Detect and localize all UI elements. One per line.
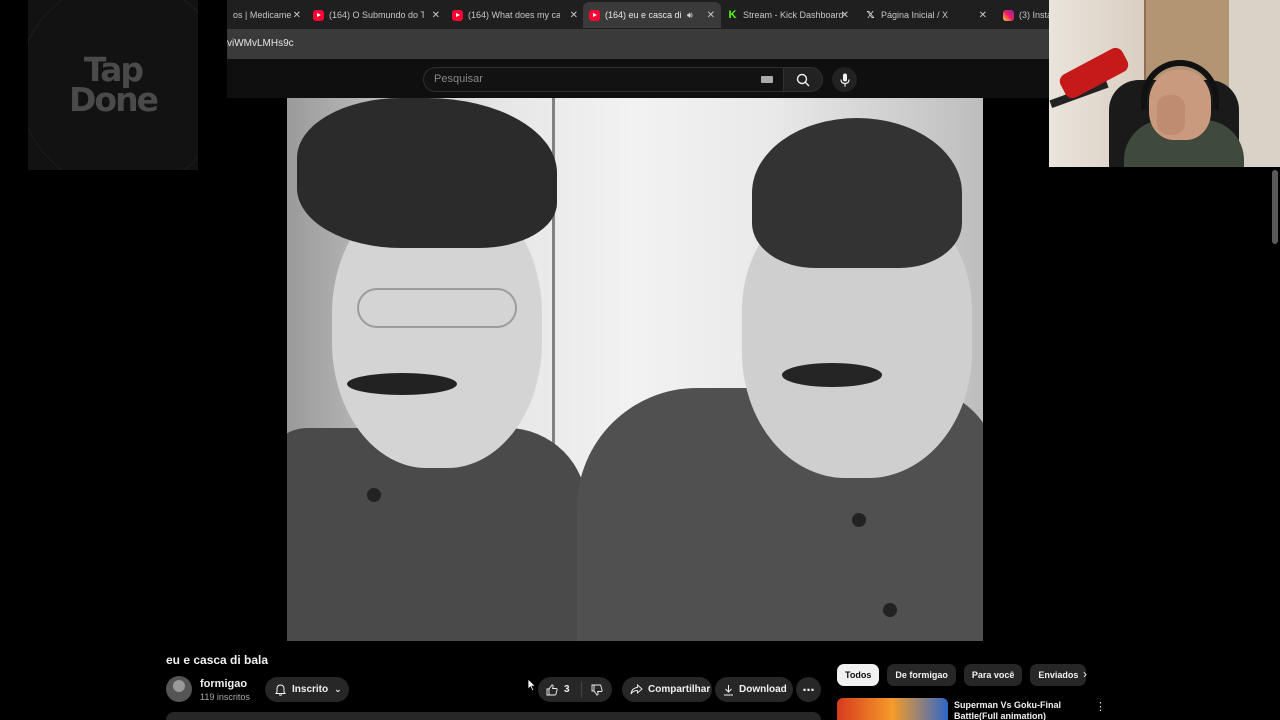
- subscribed-label: Inscrito: [292, 684, 329, 695]
- url-text[interactable]: viWMvLMHs9c: [227, 38, 294, 49]
- chevron-right-icon[interactable]: ›: [1083, 667, 1087, 681]
- close-icon[interactable]: ✕: [293, 10, 301, 21]
- stream-overlay-logo: Tap Done: [28, 0, 198, 170]
- coat-button: [367, 488, 381, 502]
- tab-title: Página Inicial / X: [881, 10, 949, 20]
- tab-x-home[interactable]: 𝕏 Página Inicial / X ✕: [859, 2, 993, 28]
- close-icon[interactable]: ✕: [707, 10, 715, 21]
- chip-all[interactable]: Todos: [837, 664, 880, 686]
- chip-for-you[interactable]: Para você: [963, 664, 1023, 686]
- recommendation-thumbnail[interactable]: [837, 698, 948, 720]
- channel-name[interactable]: formigao: [200, 678, 247, 690]
- video-title: eu e casca di bala: [166, 653, 269, 667]
- voice-search-button[interactable]: [832, 67, 857, 92]
- channel-avatar[interactable]: [166, 676, 192, 702]
- keyboard-icon[interactable]: [761, 76, 773, 83]
- search-input[interactable]: Pesquisar: [423, 67, 783, 92]
- left-person-hair: [297, 98, 557, 248]
- search-placeholder: Pesquisar: [434, 73, 483, 85]
- description-box[interactable]: [166, 712, 821, 720]
- address-bar[interactable]: viWMvLMHs9c: [227, 29, 1049, 59]
- recommendation-chips: Todos De formigao Para você Enviados: [837, 664, 1094, 686]
- download-button[interactable]: Download: [715, 677, 793, 702]
- chip-uploads[interactable]: Enviados: [1030, 664, 1087, 686]
- bell-icon: [275, 683, 286, 696]
- youtube-header: Pesquisar: [227, 59, 1049, 98]
- more-vertical-icon[interactable]: ⋮: [1095, 700, 1106, 713]
- more-horizontal-icon: ⋯: [802, 682, 815, 697]
- coat-button: [852, 513, 866, 527]
- close-icon[interactable]: ✕: [432, 10, 440, 21]
- mouse-cursor-icon: [527, 678, 537, 692]
- youtube-icon: [452, 9, 463, 21]
- share-icon: [630, 684, 643, 695]
- webcam-person-hand: [1157, 95, 1185, 135]
- tab-eu-e-casca[interactable]: (164) eu e casca di ba 🔊︎ ✕: [583, 2, 721, 28]
- like-dislike-group: 3: [538, 677, 612, 702]
- subscribed-button[interactable]: Inscrito ⌄: [265, 677, 349, 702]
- thumbs-down-icon: [591, 684, 603, 695]
- instagram-icon: [1003, 9, 1014, 21]
- video-player[interactable]: [287, 98, 983, 641]
- chevron-down-icon: ⌄: [334, 684, 342, 694]
- tab-title: (164) eu e casca di ba: [605, 10, 683, 20]
- tab-title: (164) What does my cat d: [468, 10, 560, 20]
- thumbs-up-icon: [546, 684, 558, 695]
- search-icon: [796, 73, 810, 86]
- browser-window: os | Medicame ✕ (164) O Submundo do Ti ✕…: [227, 0, 1049, 98]
- youtube-icon: [589, 9, 600, 21]
- microphone-icon: [839, 73, 850, 86]
- x-icon: 𝕏: [866, 9, 875, 21]
- tab-title: (3) Instag: [1019, 10, 1049, 20]
- glasses: [357, 288, 517, 328]
- right-person-mustache: [782, 363, 882, 387]
- logo-line-2: Done: [69, 80, 159, 119]
- recommendation-title[interactable]: Superman Vs Goku-Final Battle(Full anima…: [954, 700, 1084, 720]
- tab-title: os | Medicame: [233, 10, 292, 20]
- tab-submundo[interactable]: (164) O Submundo do Ti ✕: [307, 2, 446, 28]
- search-button[interactable]: [783, 67, 823, 92]
- right-person-hair: [752, 118, 962, 268]
- tab-strip: os | Medicame ✕ (164) O Submundo do Ti ✕…: [227, 0, 1049, 29]
- tab-title: Stream - Kick Dashboard: [743, 10, 843, 20]
- kick-icon: K: [728, 9, 737, 21]
- left-person-mustache: [347, 373, 457, 395]
- download-label: Download: [739, 684, 787, 695]
- tab-title: (164) O Submundo do Ti: [329, 10, 424, 20]
- tab-medicamentos[interactable]: os | Medicame ✕: [227, 2, 307, 28]
- speaker-icon[interactable]: 🔊︎: [687, 10, 693, 21]
- close-icon[interactable]: ✕: [841, 10, 849, 21]
- close-icon[interactable]: ✕: [979, 10, 987, 21]
- webcam-overlay: [1049, 0, 1280, 167]
- tab-what-does-my-cat[interactable]: (164) What does my cat d ✕: [446, 2, 584, 28]
- chip-from-channel[interactable]: De formigao: [887, 664, 956, 686]
- subscriber-count: 119 inscritos: [200, 692, 250, 702]
- share-button[interactable]: Compartilhar: [622, 677, 712, 702]
- more-actions-button[interactable]: ⋯: [796, 677, 821, 702]
- logo-text: Tap Done: [69, 53, 159, 119]
- like-button[interactable]: 3: [538, 681, 582, 698]
- like-count: 3: [564, 684, 570, 695]
- page-scrollbar[interactable]: [1272, 170, 1278, 244]
- download-icon: [724, 684, 733, 695]
- share-label: Compartilhar: [648, 684, 711, 695]
- close-icon[interactable]: ✕: [570, 10, 578, 21]
- coat-button: [883, 603, 897, 617]
- tab-kick-dashboard[interactable]: K Stream - Kick Dashboard ✕: [721, 2, 855, 28]
- tab-instagram[interactable]: (3) Instag: [997, 2, 1049, 28]
- youtube-icon: [313, 9, 324, 21]
- dislike-button[interactable]: [582, 684, 612, 696]
